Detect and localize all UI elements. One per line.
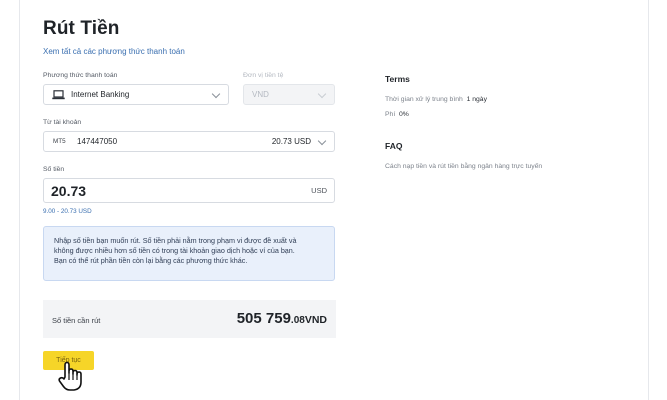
processing-time-row: Thời gian xử lý trung bình 1 ngày — [385, 96, 487, 103]
total-currency: VND — [304, 314, 327, 326]
faq-heading: FAQ — [385, 141, 403, 151]
laptop-icon — [52, 90, 65, 100]
fee-row: Phí 0% — [385, 111, 409, 118]
terms-heading: Terms — [385, 74, 410, 84]
from-account-label: Từ tài khoản — [43, 119, 82, 126]
all-payment-methods-link[interactable]: Xem tất cả các phương thức thanh toán — [43, 47, 185, 56]
withdraw-total-panel: Số tiền cần rút 505 759.08VND — [43, 300, 336, 338]
total-label: Số tiền cần rút — [52, 316, 101, 325]
total-amount-integer: 505 759 — [236, 310, 291, 327]
fee-label: Phí — [385, 111, 396, 118]
info-line: Nhập số tiền bạn muốn rút. Số tiền phải … — [54, 236, 297, 245]
currency-label: Đơn vị tiền tệ — [243, 72, 284, 79]
faq-link[interactable]: Cách nạp tiền và rút tiền bằng ngân hàng… — [385, 163, 542, 170]
fee-value: 0% — [398, 111, 409, 118]
currency-select: VND — [243, 84, 335, 105]
chevron-down-icon — [317, 136, 327, 146]
amount-label: Số tiền — [43, 166, 65, 173]
chevron-down-icon — [317, 89, 327, 99]
amount-value: 20.73 — [51, 183, 87, 199]
page-title: Rút Tiền — [43, 18, 120, 39]
account-number: 147447050 — [77, 137, 118, 146]
payment-method-select[interactable]: Internet Banking — [43, 84, 229, 105]
frame-border-right — [648, 0, 649, 400]
amount-unit: USD — [311, 186, 327, 195]
info-notice: Nhập số tiền bạn muốn rút. Số tiền phải … — [43, 226, 335, 281]
account-balance: 20.73 USD — [271, 137, 311, 146]
info-line: Bạn có thể rút phần tiền còn lại bằng cá… — [54, 256, 248, 265]
hand-cursor-icon — [58, 361, 82, 391]
chevron-down-icon — [211, 89, 221, 99]
payment-method-label: Phương thức thanh toán — [43, 72, 118, 79]
processing-time-value: 1 ngày — [466, 96, 487, 103]
account-select[interactable]: MT5 147447050 20.73 USD — [43, 131, 335, 152]
total-amount: 505 759.08VND — [237, 310, 327, 328]
payment-method-value: Internet Banking — [71, 90, 130, 99]
processing-time-label: Thời gian xử lý trung bình — [385, 96, 463, 103]
amount-input[interactable]: 20.73 USD — [43, 178, 335, 203]
total-amount-decimal: .08 — [290, 315, 305, 326]
account-platform-badge: MT5 — [53, 138, 66, 145]
info-line: không được nhiều hơn số tiền có trong tà… — [54, 246, 295, 255]
amount-range-hint: 9.00 - 20.73 USD — [43, 208, 92, 215]
frame-border-left — [19, 0, 20, 400]
currency-value: VND — [252, 90, 269, 99]
